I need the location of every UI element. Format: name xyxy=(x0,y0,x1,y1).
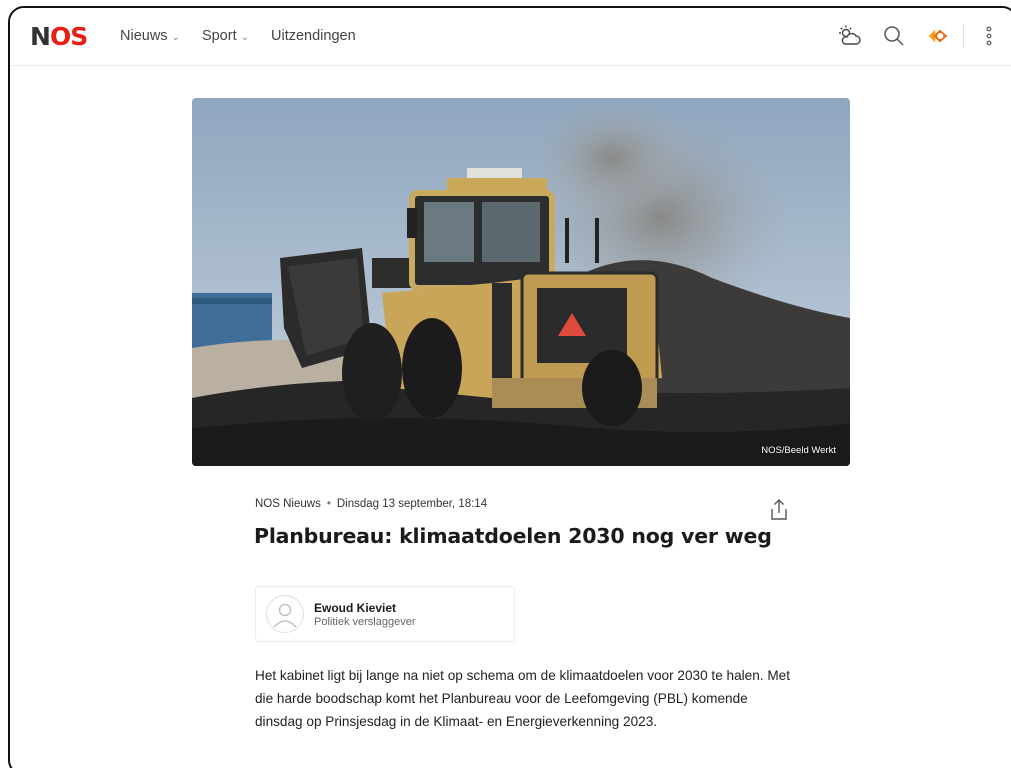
search-icon xyxy=(884,26,904,46)
share-button[interactable] xyxy=(768,498,790,522)
nav-item-label: Sport xyxy=(201,28,237,44)
article-lead: Het kabinet ligt bij lange na niet op sc… xyxy=(255,668,791,729)
hero-image: NOS/Beeld Werkt xyxy=(192,98,850,466)
wheel-loader-photo xyxy=(192,98,850,466)
logo-letters-os: OS xyxy=(49,22,88,51)
chevron-down-icon: ⌄ xyxy=(171,31,180,43)
header-divider xyxy=(963,25,964,47)
nav-item-label: Nieuws xyxy=(120,28,168,44)
article-headline: Planbureau: klimaatdoelen 2030 nog ver w… xyxy=(254,524,772,548)
more-button[interactable] xyxy=(976,22,1002,50)
npo-icon xyxy=(928,29,948,43)
logo-letter-n: N xyxy=(30,22,51,51)
meta-separator: • xyxy=(326,498,331,510)
header-tools xyxy=(837,22,1002,50)
author-info: Ewoud Kieviet Politiek verslaggever xyxy=(314,601,416,628)
search-button[interactable] xyxy=(881,22,907,50)
article-meta: NOS Nieuws • Dinsdag 13 september, 18:14 xyxy=(255,498,487,510)
weather-icon xyxy=(839,25,861,45)
browser-frame: NOS Nieuws ⌄ Sport ⌄ Uitzendingen NOS/Be… xyxy=(8,6,1011,768)
person-icon xyxy=(273,603,297,628)
nav-item-nieuws[interactable]: Nieuws ⌄ xyxy=(120,28,180,44)
nav-item-sport[interactable]: Sport ⌄ xyxy=(202,28,249,44)
top-navigation-bar: NOS Nieuws ⌄ Sport ⌄ Uitzendingen xyxy=(10,8,1011,66)
chevron-down-icon: ⌄ xyxy=(240,31,249,43)
npo-button[interactable] xyxy=(925,22,951,50)
weather-button[interactable] xyxy=(837,22,863,50)
nav-item-label: Uitzendingen xyxy=(271,28,356,44)
avatar xyxy=(266,595,304,633)
share-icon xyxy=(771,499,787,520)
main-nav: Nieuws ⌄ Sport ⌄ Uitzendingen xyxy=(120,28,356,44)
nos-logo[interactable]: NOS xyxy=(30,22,88,51)
author-card[interactable]: Ewoud Kieviet Politiek verslaggever xyxy=(255,586,515,642)
article-source: NOS Nieuws xyxy=(255,498,321,510)
more-icon xyxy=(986,26,992,46)
nav-item-uitzendingen[interactable]: Uitzendingen xyxy=(271,28,356,44)
author-role: Politiek verslaggever xyxy=(314,615,416,628)
author-name: Ewoud Kieviet xyxy=(314,600,397,615)
article-date: Dinsdag 13 september, 18:14 xyxy=(336,498,488,510)
image-credit: NOS/Beeld Werkt xyxy=(761,445,836,456)
